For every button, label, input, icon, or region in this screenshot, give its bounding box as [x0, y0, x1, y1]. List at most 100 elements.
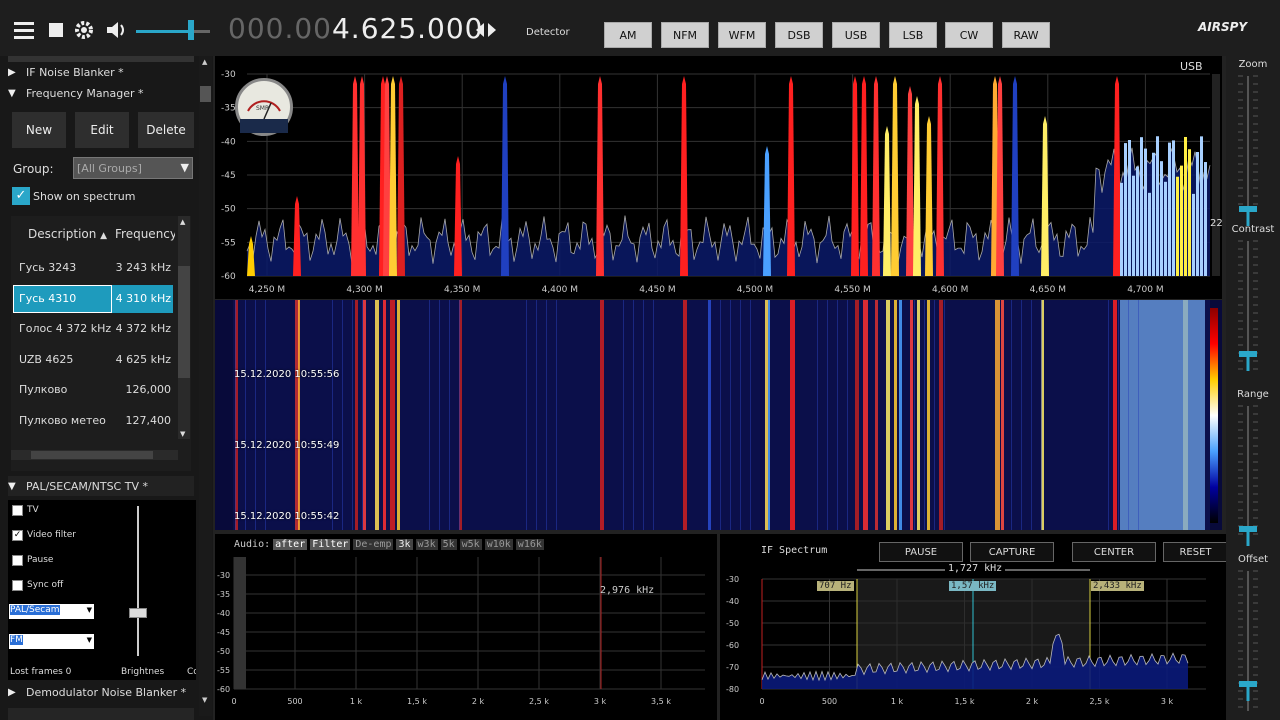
list-hscrollbar[interactable]: [11, 450, 178, 460]
mode-am-button[interactable]: AM: [604, 22, 652, 48]
list-item[interactable]: UZB 4625 4 625 kHz: [13, 346, 173, 374]
gear-icon[interactable]: [70, 16, 98, 44]
scrollbar-thumb[interactable]: [200, 86, 211, 102]
waterfall-noise-line: [526, 300, 527, 530]
waterfall-timestamp: 15.12.2020 10:55:49: [234, 440, 340, 451]
mode-lsb-button[interactable]: LSB: [889, 22, 937, 48]
brightness-label: Brightnes: [121, 667, 165, 677]
speaker-icon[interactable]: [102, 16, 130, 44]
waterfall-panel[interactable]: 15.12.2020 10:55:56 15.12.2020 10:55:49 …: [215, 300, 1222, 530]
hamburger-icon[interactable]: [10, 16, 38, 44]
spectrum-panel[interactable]: -30 -35 -40 -45 -50 -55 -60 4,250 M 4,300 M 4,350…: [215, 56, 1223, 299]
pause-checkbox[interactable]: [12, 555, 23, 566]
bandwidth-label: 1,727 kHz: [945, 563, 1006, 574]
video-filter-checkbox[interactable]: ✓: [12, 530, 23, 541]
mode-wfm-button[interactable]: WFM: [718, 22, 766, 48]
tv-checkbox[interactable]: [12, 505, 23, 516]
filter-low-marker[interactable]: 707 Hz: [817, 581, 854, 591]
audio-tag-3k[interactable]: 3k: [396, 539, 413, 550]
waterfall-noise-line: [1128, 300, 1129, 530]
column-header-frequency[interactable]: Frequency: [115, 227, 175, 241]
spectrum-mode-label: USB: [1180, 60, 1203, 73]
list-item[interactable]: Пулково 126,000: [13, 376, 173, 404]
scrollbar-thumb[interactable]: [31, 451, 153, 459]
mode-nfm-button[interactable]: NFM: [661, 22, 709, 48]
left-panel: ▶ IF Noise Blanker * ▼ Frequency Manager *…: [0, 56, 213, 720]
detector-label: Detector: [526, 27, 570, 38]
waterfall-signal-trace: [855, 300, 859, 530]
scroll-up-icon[interactable]: ▲: [202, 58, 207, 66]
scroll-up-icon[interactable]: ▲: [180, 218, 185, 226]
volume-slider[interactable]: [136, 14, 212, 44]
scroll-down-icon[interactable]: ▼: [180, 430, 185, 438]
signal-peak: [501, 76, 509, 276]
audio-tag-filter[interactable]: Filter: [310, 539, 351, 550]
delete-button[interactable]: Delete: [138, 112, 194, 148]
center-button[interactable]: CENTER: [1072, 542, 1156, 562]
standard-select[interactable]: PAL/Secam ▼: [9, 604, 94, 619]
sync-off-checkbox[interactable]: [12, 580, 23, 591]
mode-raw-button[interactable]: RAW: [1002, 22, 1050, 48]
center-marker[interactable]: 1,57 kHz: [949, 581, 997, 591]
x-tick-label: 500: [822, 697, 837, 706]
group-select[interactable]: [All Groups] ▼: [73, 157, 193, 179]
section-if-noise-blanker[interactable]: ▶ IF Noise Blanker *: [8, 62, 194, 82]
scroll-down-icon[interactable]: ▼: [202, 696, 207, 704]
x-tick-label: 0: [759, 697, 764, 706]
scrollbar-thumb[interactable]: [178, 266, 190, 378]
audio-tag-after[interactable]: after: [273, 539, 308, 550]
pause-button[interactable]: PAUSE: [879, 542, 963, 562]
waterfall-noise-line: [1041, 300, 1042, 530]
audio-tag-w3k[interactable]: w3k: [415, 539, 438, 550]
list-item[interactable]: Пулково метео 127,400: [13, 407, 173, 435]
signal-peak: [883, 126, 891, 276]
list-item[interactable]: Гусь 4310 4 310 kHz: [13, 284, 173, 313]
wideband-signal: [1152, 152, 1155, 276]
audio-tag-deemp[interactable]: De-emp: [353, 539, 394, 550]
brightness-slider-handle[interactable]: [129, 608, 147, 618]
edit-button[interactable]: Edit: [75, 112, 129, 148]
left-right-arrows-icon[interactable]: [472, 16, 500, 44]
x-tick-label: 4,350 M: [444, 285, 480, 295]
expand-arrow-icon: ▶: [8, 686, 16, 698]
wideband-signal: [1164, 181, 1167, 276]
capture-button[interactable]: CAPTURE: [970, 542, 1054, 562]
if-spectrum-panel[interactable]: -30 -40 -50 -60 -70 -80 0 500 1 k 1,5 k 2 k 2,5 k 3 …: [720, 534, 1228, 720]
signal-peak: [936, 76, 944, 276]
list-item-description: Пулково метео: [19, 413, 106, 427]
waterfall-signal-trace: [397, 300, 400, 530]
column-header-description[interactable]: Description ▲: [28, 227, 107, 241]
waterfall-signal-trace: [790, 300, 795, 530]
new-button[interactable]: New: [12, 112, 66, 148]
audio-tag-w16k[interactable]: w16k: [515, 539, 544, 550]
audio-tag-w10k[interactable]: w10k: [484, 539, 513, 550]
audio-tag-w5k[interactable]: w5k: [459, 539, 482, 550]
left-panel-scrollbar[interactable]: ▲ ▼: [199, 56, 212, 716]
list-item[interactable]: Голос 4 372 kHz 4 372 kHz: [13, 315, 173, 343]
list-item[interactable]: Гусь 3243 3 243 kHz: [13, 254, 173, 282]
x-tick-label: 4,600 M: [932, 285, 968, 295]
stop-icon[interactable]: [42, 16, 70, 44]
section-pal-secam[interactable]: ▼ PAL/SECAM/NTSC TV *: [8, 476, 194, 496]
frequency-display[interactable]: 000.004.625.000: [228, 12, 484, 45]
audio-spectrum-panel[interactable]: -30 -35 -40 -45 -50 -55 -60 0 500 1 k 1,5 k 2 k 2,5 …: [215, 534, 717, 720]
mode-usb-button[interactable]: USB: [832, 22, 880, 48]
audio-tag-5k[interactable]: 5k: [440, 539, 457, 550]
demod-mode-select[interactable]: FM ▼: [9, 634, 94, 649]
column-header-description-label: Description: [28, 227, 97, 241]
section-frequency-manager[interactable]: ▼ Frequency Manager *: [8, 83, 194, 103]
filter-high-marker[interactable]: 2,433 kHz: [1091, 581, 1144, 591]
chevron-down-icon: ▼: [180, 161, 189, 174]
section-demod-noise-blanker[interactable]: ▶ Demodulator Noise Blanker *: [8, 682, 194, 702]
audio-label: Audio:: [234, 539, 271, 550]
x-tick-label: 4,400 M: [542, 285, 578, 295]
list-vscrollbar[interactable]: ▲ ▼: [178, 216, 190, 439]
wideband-signal: [1180, 165, 1183, 276]
mode-cw-button[interactable]: CW: [945, 22, 993, 48]
reset-button[interactable]: RESET: [1163, 542, 1228, 562]
waterfall-noise-line: [633, 300, 634, 530]
signal-peak: [872, 76, 880, 276]
brightness-slider-track[interactable]: [137, 506, 139, 656]
show-on-spectrum-checkbox[interactable]: ✓: [12, 187, 30, 205]
mode-dsb-button[interactable]: DSB: [775, 22, 823, 48]
